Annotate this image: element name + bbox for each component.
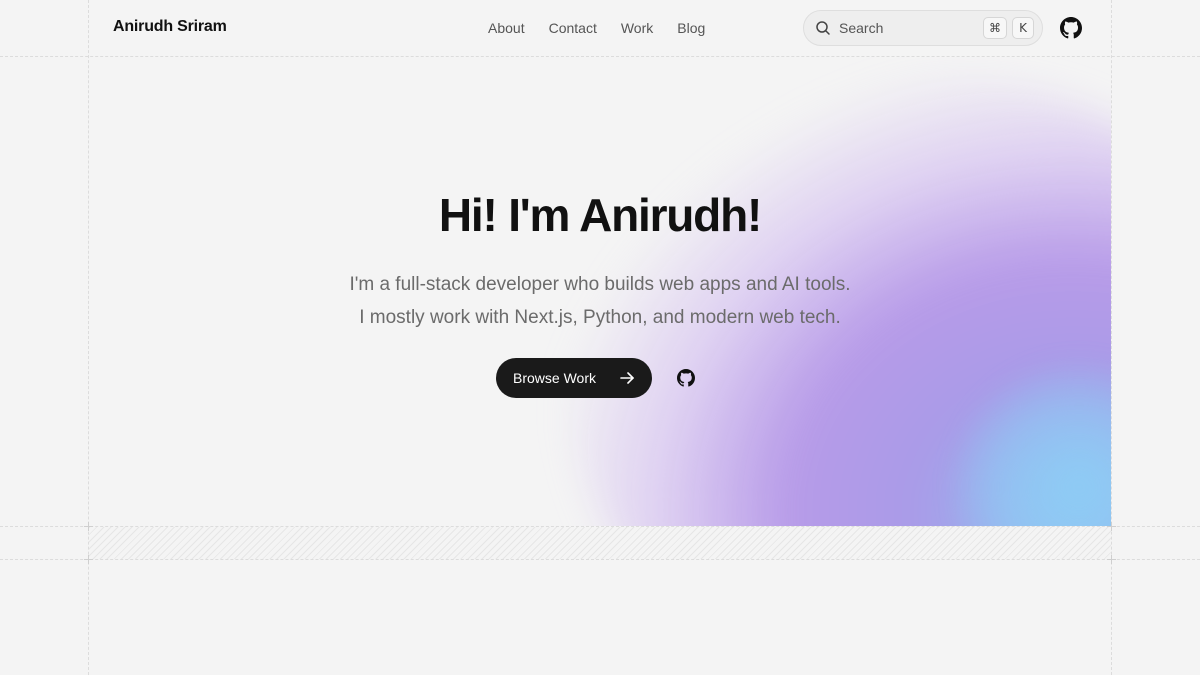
browse-work-button[interactable]: Browse Work: [496, 358, 652, 398]
page: Anirudh Sriram About Contact Work Blog S…: [0, 0, 1200, 675]
search-icon: [815, 20, 831, 36]
section-divider-top: [0, 526, 1200, 527]
hatched-divider: [89, 527, 1111, 559]
hero-subtitle-line-2: I mostly work with Next.js, Python, and …: [359, 307, 841, 328]
nav-link-about[interactable]: About: [488, 20, 525, 36]
nav-link-work[interactable]: Work: [621, 20, 653, 36]
hero-title: Hi! I'm Anirudh!: [438, 189, 762, 241]
main-nav: About Contact Work Blog: [488, 20, 705, 36]
guide-line-left: [88, 0, 89, 675]
guide-line-right: [1111, 0, 1112, 675]
corner-marker: [1107, 555, 1116, 564]
header-divider: [0, 56, 1200, 57]
section-divider-bottom: [0, 559, 1200, 560]
corner-marker: [84, 522, 93, 531]
brand-link[interactable]: Anirudh Sriram: [113, 18, 227, 36]
browse-work-label: Browse Work: [513, 370, 596, 386]
nav-link-blog[interactable]: Blog: [677, 20, 705, 36]
github-icon[interactable]: [677, 369, 695, 387]
corner-marker: [84, 555, 93, 564]
corner-marker: [1107, 522, 1116, 531]
search-button[interactable]: Search ⌘ K: [803, 10, 1043, 46]
nav-link-contact[interactable]: Contact: [549, 20, 597, 36]
arrow-right-icon: [619, 370, 635, 386]
shortcut-key-k: K: [1012, 17, 1034, 39]
hero-subtitle-line-1: I'm a full-stack developer who builds we…: [349, 274, 851, 295]
github-icon[interactable]: [1060, 17, 1082, 39]
search-placeholder: Search: [839, 20, 884, 36]
shortcut-key-cmd: ⌘: [983, 17, 1007, 39]
